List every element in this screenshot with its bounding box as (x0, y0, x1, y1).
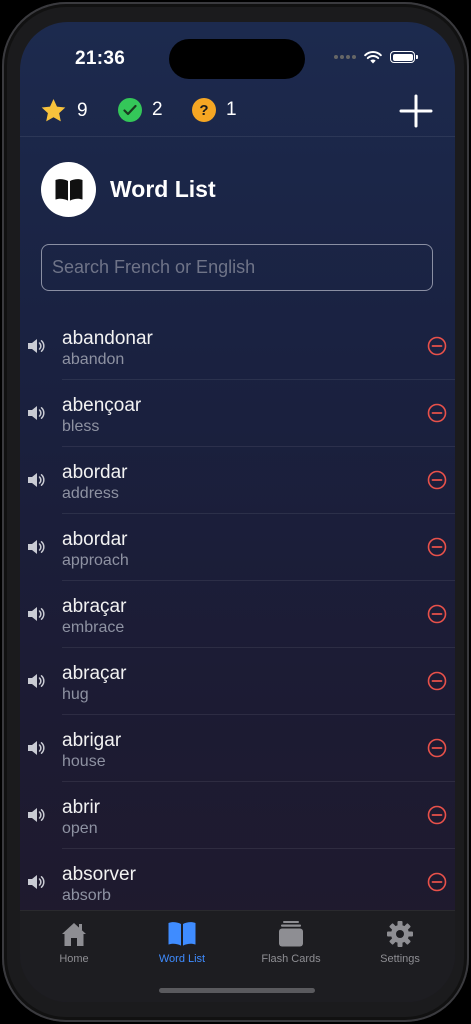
remove-icon[interactable] (427, 805, 447, 825)
question-icon: ? (192, 98, 216, 122)
tab-home[interactable]: Home (20, 919, 128, 965)
word-english: address (62, 485, 119, 502)
remove-icon[interactable] (427, 738, 447, 758)
list-item[interactable]: abordar address (20, 447, 455, 514)
checkmark-icon (118, 98, 142, 122)
remove-icon[interactable] (427, 537, 447, 557)
dynamic-island (169, 39, 305, 79)
battery-icon (390, 51, 418, 63)
stars-count: 9 (77, 100, 88, 121)
stars-stat: 9 (40, 98, 88, 124)
stats-bar: 9 2 ? 1 (20, 88, 455, 137)
list-item[interactable]: abrir open (20, 782, 455, 849)
word-french: absorver (62, 864, 136, 885)
speaker-icon[interactable] (26, 605, 46, 623)
tab-flash-cards-label: Flash Cards (261, 953, 321, 965)
tab-flash-cards[interactable]: Flash Cards (237, 919, 345, 965)
list-item[interactable]: abandonar abandon (20, 313, 455, 380)
remove-icon[interactable] (427, 671, 447, 691)
add-word-button[interactable] (399, 94, 433, 128)
word-french: abençoar (62, 395, 142, 416)
list-item[interactable]: absorver absorb (20, 849, 455, 916)
speaker-icon[interactable] (26, 404, 46, 422)
star-icon (41, 98, 66, 122)
unknown-count: 1 (226, 99, 237, 120)
word-english: house (62, 753, 106, 770)
cards-icon (279, 921, 303, 947)
word-french: abandonar (62, 328, 153, 349)
word-french: abrir (62, 797, 101, 818)
wifi-icon (364, 51, 382, 64)
word-french: abordar (62, 529, 128, 550)
page-title: Word List (110, 176, 216, 202)
tab-settings-label: Settings (380, 953, 420, 965)
status-time: 21:36 (75, 48, 126, 69)
app-screen: 21:36 9 2 ? 1 Word List Search French or… (20, 22, 455, 1002)
word-english: absorb (62, 887, 111, 904)
speaker-icon[interactable] (26, 471, 46, 489)
word-english: approach (62, 552, 129, 569)
book-icon (41, 162, 96, 217)
word-english: embrace (62, 619, 125, 636)
book-icon (168, 922, 196, 946)
list-item[interactable]: abrigar house (20, 715, 455, 782)
gear-icon (387, 921, 413, 947)
word-list: abandonar abandon abençoar bless abordar… (20, 313, 455, 916)
status-icons (334, 50, 418, 64)
remove-icon[interactable] (427, 403, 447, 423)
cellular-signal-icon (334, 55, 356, 59)
list-item[interactable]: abraçar hug (20, 648, 455, 715)
speaker-icon[interactable] (26, 806, 46, 824)
list-item[interactable]: abraçar embrace (20, 581, 455, 648)
speaker-icon[interactable] (26, 873, 46, 891)
tab-settings[interactable]: Settings (346, 919, 454, 965)
remove-icon[interactable] (427, 604, 447, 624)
list-item[interactable]: abordar approach (20, 514, 455, 581)
correct-stat: 2 (118, 98, 163, 122)
remove-icon[interactable] (427, 470, 447, 490)
remove-icon[interactable] (427, 872, 447, 892)
word-english: bless (62, 418, 100, 435)
word-english: abandon (62, 351, 125, 368)
speaker-icon[interactable] (26, 739, 46, 757)
tab-word-list[interactable]: Word List (128, 919, 236, 965)
device-frame: 21:36 9 2 ? 1 Word List Search French or… (2, 2, 469, 1022)
correct-count: 2 (152, 99, 163, 120)
page-header: Word List (41, 162, 216, 217)
tab-home-label: Home (59, 953, 89, 965)
word-english: hug (62, 686, 89, 703)
word-english: open (62, 820, 98, 837)
word-french: abrigar (62, 730, 122, 751)
speaker-icon[interactable] (26, 538, 46, 556)
word-french: abraçar (62, 663, 127, 684)
house-icon (62, 923, 86, 946)
speaker-icon[interactable] (26, 337, 46, 355)
search-input[interactable] (41, 244, 433, 291)
unknown-stat: ? 1 (192, 98, 237, 122)
remove-icon[interactable] (427, 336, 447, 356)
tab-word-list-label: Word List (158, 953, 206, 965)
home-indicator (159, 988, 315, 993)
word-french: abordar (62, 462, 128, 483)
list-item[interactable]: abençoar bless (20, 380, 455, 447)
speaker-icon[interactable] (26, 672, 46, 690)
word-french: abraçar (62, 596, 127, 617)
